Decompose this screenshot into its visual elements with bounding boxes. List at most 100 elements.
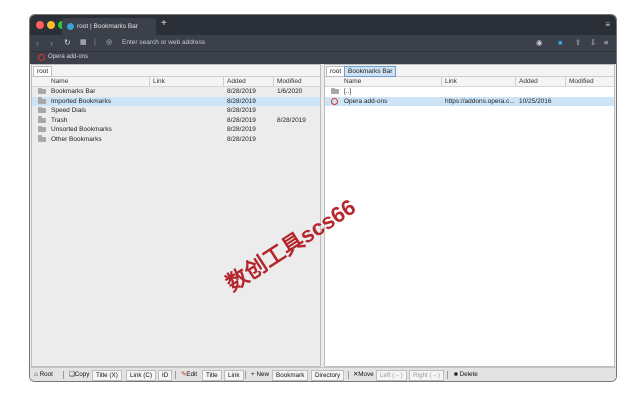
folder-icon (38, 87, 46, 94)
right-breadcrumb: root Bookmarks Bar (325, 65, 614, 77)
menu-icon[interactable]: ≡ (604, 38, 608, 47)
column-added[interactable]: Added (519, 78, 538, 85)
edit-link-button[interactable]: Link (224, 370, 244, 381)
row-added: 8/28/2019 (227, 88, 256, 95)
folder-icon (38, 97, 46, 104)
row-name: Speed Dials (51, 107, 87, 114)
left-pane: root Name Link Added Modified Bookmarks … (31, 64, 321, 367)
edit-title-button[interactable]: Title (202, 370, 222, 381)
new-directory-button[interactable]: Directory (311, 370, 345, 381)
delete-button[interactable]: ■ Delete (451, 370, 481, 379)
new-bookmark-button[interactable]: Bookmark (272, 370, 309, 381)
bookmarks-bar: Opera add-ons (30, 51, 616, 64)
row-added: 8/28/2019 (227, 97, 256, 105)
new-label: + New (251, 371, 270, 378)
forward-icon[interactable]: › (50, 37, 53, 49)
new-text: New (256, 371, 270, 378)
breadcrumb-root[interactable]: root (33, 66, 53, 77)
row-link: https://addons.opera.c... (445, 97, 515, 105)
row-name: [..] (344, 88, 352, 95)
camera-icon[interactable]: ◉ (536, 38, 543, 47)
browser-tab[interactable]: root | Bookmarks Bar (62, 18, 156, 35)
bottom-toolbar: ⌂ Root ❏Copy Title (X) Link (C) ID ✎Edit… (30, 367, 616, 381)
row-added: 8/28/2019 (227, 135, 256, 143)
right-column-header: Name Link Added Modified (325, 77, 614, 87)
column-link[interactable]: Link (153, 78, 165, 85)
column-added[interactable]: Added (227, 78, 246, 85)
move-label: ✕Move (353, 371, 374, 378)
bookmark-row-selected[interactable]: Opera add-ons https://addons.opera.c... … (325, 96, 614, 106)
divider-icon: | (94, 39, 96, 46)
back-icon[interactable]: ‹ (36, 37, 39, 49)
folder-icon (38, 125, 46, 132)
row-name: Opera add-ons (344, 97, 388, 105)
share-icon[interactable]: ⇧ (575, 38, 581, 47)
bookmark-bar-item[interactable]: Opera add-ons (48, 54, 88, 60)
move-right-button[interactable]: Right (→) (409, 370, 444, 381)
copy-text: Copy (74, 371, 90, 378)
breadcrumb-bookmarks-bar[interactable]: Bookmarks Bar (344, 66, 397, 77)
title-bar: root | Bookmarks Bar + ≡ (30, 15, 616, 35)
row-added: 8/28/2019 (227, 116, 256, 124)
right-list: [..] Opera add-ons https://addons.opera.… (325, 87, 614, 106)
row-modified: 8/28/2019 (277, 116, 306, 124)
column-name[interactable]: Name (51, 78, 68, 85)
row-added: 8/28/2019 (227, 107, 256, 114)
reload-icon[interactable]: ↻ (64, 37, 71, 49)
folder-row[interactable]: Other Bookmarks 8/28/2019 (32, 135, 320, 145)
breadcrumb-root[interactable]: root (326, 66, 346, 77)
folder-row[interactable]: Unsorted Bookmarks 8/28/2019 (32, 125, 320, 135)
row-modified: 1/6/2020 (277, 88, 303, 95)
move-text: Move (358, 371, 374, 378)
folder-icon (38, 135, 46, 142)
left-breadcrumb: root (32, 65, 320, 77)
opera-addons-icon (38, 54, 45, 61)
copy-label: ❏Copy (69, 371, 90, 378)
folder-row[interactable]: Speed Dials 8/28/2019 (32, 106, 320, 116)
tab-favicon-icon (67, 23, 74, 30)
opera-icon (331, 97, 338, 105)
root-button[interactable]: ⌂ Root (31, 370, 56, 379)
root-label: Root (39, 371, 53, 378)
shield-icon[interactable]: ◎ (106, 37, 112, 49)
left-column-header: Name Link Added Modified (32, 77, 320, 87)
row-name: Trash (51, 116, 68, 124)
folder-row[interactable]: Trash 8/28/2019 8/28/2019 (32, 116, 320, 126)
column-name[interactable]: Name (344, 78, 361, 85)
parent-folder-row[interactable]: [..] (325, 87, 614, 97)
left-list: Bookmarks Bar 8/28/2019 1/6/2020 Importe… (32, 87, 320, 144)
row-added: 8/28/2019 (227, 126, 256, 133)
right-pane: root Bookmarks Bar Name Link Added Modif… (324, 64, 615, 367)
copy-id-button[interactable]: ID (158, 370, 173, 381)
folder-row[interactable]: Bookmarks Bar 8/28/2019 1/6/2020 (32, 87, 320, 97)
row-name: Imported Bookmarks (51, 97, 111, 105)
close-window-button[interactable] (36, 21, 44, 29)
wallet-icon[interactable]: ■ (558, 38, 563, 47)
folder-row-selected[interactable]: Imported Bookmarks 8/28/2019 (32, 96, 320, 106)
edit-text: Edit (186, 371, 198, 378)
folder-icon (331, 87, 339, 94)
row-name: Bookmarks Bar (51, 88, 96, 95)
tab-title: root | Bookmarks Bar (77, 23, 138, 30)
column-modified[interactable]: Modified (569, 78, 594, 85)
new-tab-button[interactable]: + (161, 17, 167, 31)
row-added: 10/25/2016 (519, 97, 552, 105)
address-input[interactable]: Enter search or web address (122, 39, 205, 46)
edit-label: ✎Edit (181, 371, 198, 378)
delete-text: Delete (459, 371, 478, 378)
grid-icon[interactable]: ▦ (80, 37, 87, 49)
download-icon[interactable]: ⇩ (590, 38, 596, 47)
row-name: Unsorted Bookmarks (51, 126, 112, 133)
folder-icon (38, 116, 46, 123)
column-link[interactable]: Link (445, 78, 457, 85)
row-name: Other Bookmarks (51, 135, 102, 143)
minimize-window-button[interactable] (47, 21, 55, 29)
move-left-button[interactable]: Left (←) (376, 370, 407, 381)
column-modified[interactable]: Modified (277, 78, 302, 85)
browser-window: root | Bookmarks Bar + ≡ ‹ › ↻ ▦ | ◎ Ent… (30, 15, 616, 381)
address-bar: ‹ › ↻ ▦ | ◎ Enter search or web address … (30, 35, 616, 51)
copy-title-button[interactable]: Title (X) (92, 370, 122, 381)
tab-menu-icon[interactable]: ≡ (605, 20, 610, 29)
folder-icon (38, 106, 46, 113)
copy-link-button[interactable]: Link (C) (126, 370, 157, 381)
